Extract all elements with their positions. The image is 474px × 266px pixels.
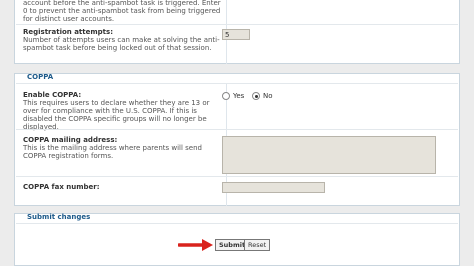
coppa-no-label: No xyxy=(263,92,273,100)
legend-separator xyxy=(16,223,458,224)
spambot-description: account before the anti-spambot task is … xyxy=(23,0,221,23)
coppa-yes-option[interactable]: Yes xyxy=(222,92,244,100)
anti-spambot-panel: account before the anti-spambot task is … xyxy=(14,0,460,64)
coppa-fax-input[interactable] xyxy=(222,182,325,193)
row-separator xyxy=(16,24,458,25)
coppa-mailing-description: This is the mailing address where parent… xyxy=(23,144,202,160)
enable-coppa-description: This requires users to declare whether t… xyxy=(23,99,210,131)
coppa-yes-radio[interactable] xyxy=(222,92,230,100)
row-separator xyxy=(16,176,458,177)
acp-registration-settings-page: account before the anti-spambot task is … xyxy=(0,0,474,266)
registration-attempts-label-block: Registration attempts: Number of attempt… xyxy=(23,28,223,52)
coppa-yes-label: Yes xyxy=(233,92,245,100)
coppa-mailing-title: COPPA mailing address: xyxy=(23,136,118,144)
registration-attempts-title: Registration attempts: xyxy=(23,28,113,36)
registration-attempts-description: Number of attempts users can make at sol… xyxy=(23,36,220,52)
submit-changes-panel: Submit changes Submit Reset xyxy=(14,213,460,266)
row-separator xyxy=(16,129,458,130)
coppa-mailing-address-textarea[interactable] xyxy=(222,136,436,174)
coppa-no-radio[interactable] xyxy=(252,92,260,100)
coppa-fax-title: COPPA fax number: xyxy=(23,183,100,191)
coppa-legend: COPPA xyxy=(27,73,54,81)
coppa-no-option[interactable]: No xyxy=(252,92,273,100)
coppa-mailing-label-block: COPPA mailing address: This is the maili… xyxy=(23,136,223,160)
reset-button[interactable]: Reset xyxy=(244,239,271,251)
enable-coppa-label-block: Enable COPPA: This requires users to dec… xyxy=(23,91,223,131)
registration-attempts-input[interactable] xyxy=(222,29,250,40)
coppa-fax-label-block: COPPA fax number: xyxy=(23,183,223,191)
red-arrow-icon xyxy=(178,239,213,251)
coppa-panel: COPPA Enable COPPA: This requires users … xyxy=(14,73,460,206)
submit-changes-legend: Submit changes xyxy=(27,213,91,221)
enable-coppa-title: Enable COPPA: xyxy=(23,91,82,99)
legend-separator xyxy=(16,83,458,84)
